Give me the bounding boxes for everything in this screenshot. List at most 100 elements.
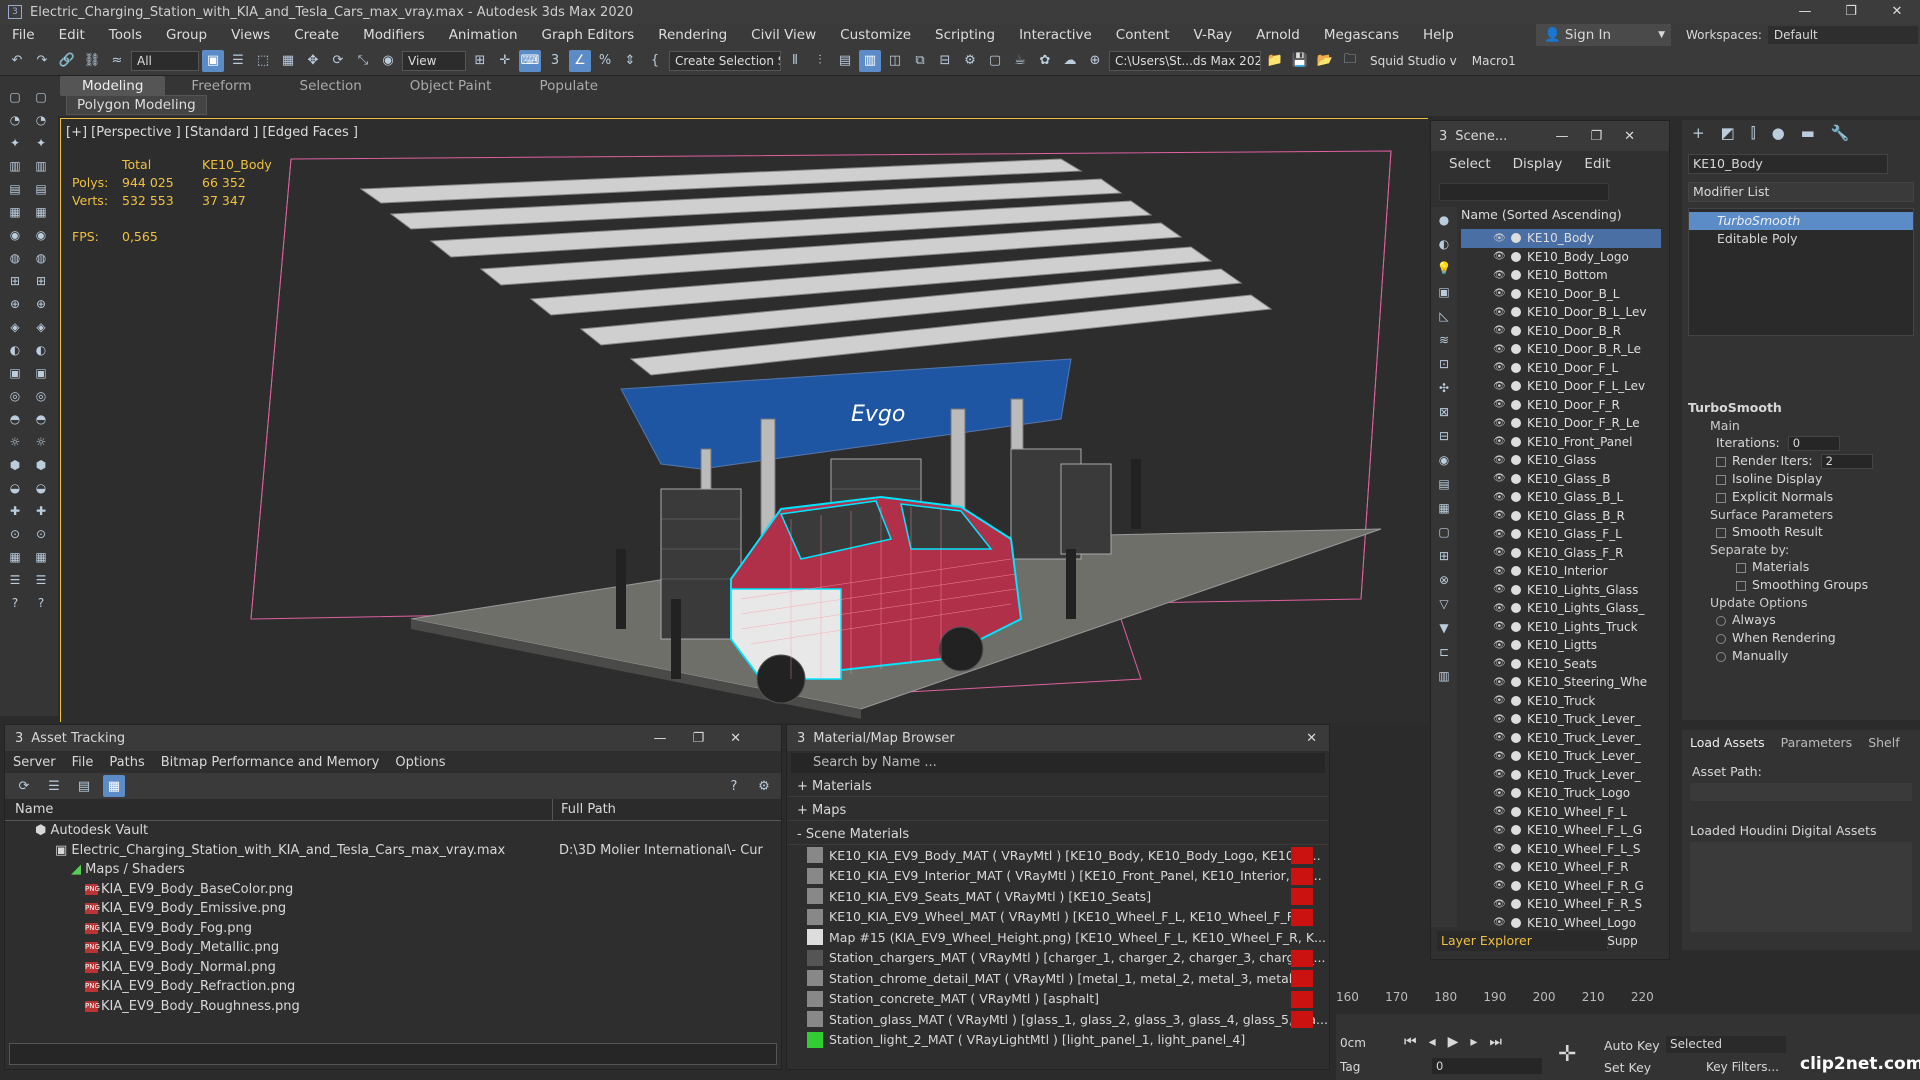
- ribbon-tab-freeform[interactable]: Freeform: [169, 76, 273, 96]
- modify-tab-icon[interactable]: ◩: [1721, 124, 1735, 142]
- material-item[interactable]: Station_glass_MAT ( VRayMtl ) [glass_1, …: [787, 1009, 1329, 1030]
- scene-filter-17-icon[interactable]: ▼: [1435, 619, 1453, 637]
- visibility-eye-icon[interactable]: 👁: [1493, 603, 1509, 614]
- scene-item[interactable]: 👁 KE10_Body: [1461, 229, 1661, 248]
- scene-item[interactable]: 👁 KE10_Body_Logo: [1461, 248, 1661, 267]
- render-iters-checkbox[interactable]: [1716, 456, 1726, 467]
- asset-row[interactable]: PNGKIA_EV9_Body_Refraction.png: [5, 977, 781, 997]
- render-setup-icon[interactable]: ⚙: [959, 50, 981, 72]
- tool-13-icon[interactable]: ◉: [32, 226, 50, 244]
- object-name-field[interactable]: KE10_Body: [1688, 154, 1888, 174]
- at-menu-bitmap-performance-and-memory[interactable]: Bitmap Performance and Memory: [161, 755, 380, 770]
- asset-row[interactable]: PNGKIA_EV9_Body_Normal.png: [5, 958, 781, 978]
- freeze-toggle-icon[interactable]: [1511, 566, 1521, 577]
- scene-filter-19-icon[interactable]: ▥: [1435, 667, 1453, 685]
- asset-path-input[interactable]: [1690, 783, 1912, 801]
- smoothing-groups-checkbox[interactable]: [1736, 580, 1746, 591]
- tool-9-icon[interactable]: ▤: [32, 180, 50, 198]
- freeze-toggle-icon[interactable]: [1511, 732, 1521, 743]
- tool-44-icon[interactable]: ?: [6, 594, 24, 612]
- houdini-assets-list[interactable]: [1690, 842, 1912, 932]
- menu-item-tools[interactable]: Tools: [97, 27, 154, 43]
- visibility-eye-icon[interactable]: 👁: [1493, 732, 1509, 743]
- freeze-toggle-icon[interactable]: [1511, 862, 1521, 873]
- render-cloud-icon[interactable]: ☁: [1059, 50, 1081, 72]
- asset-row[interactable]: ◢ Maps / Shaders: [5, 860, 781, 880]
- tool-33-icon[interactable]: ⬢: [32, 456, 50, 474]
- tool-45-icon[interactable]: ?: [32, 594, 50, 612]
- render-icon[interactable]: ☕: [1009, 50, 1031, 72]
- tool-37-icon[interactable]: ✚: [32, 502, 50, 520]
- menu-item-edit[interactable]: Edit: [47, 27, 97, 43]
- scene-item[interactable]: 👁 KE10_Truck_Lever_: [1461, 729, 1661, 748]
- scene-item[interactable]: 👁 KE10_Lights_Glass_: [1461, 599, 1661, 618]
- asset-row[interactable]: PNGKIA_EV9_Body_BaseColor.png: [5, 880, 781, 900]
- material-item[interactable]: KE10_KIA_EV9_Wheel_MAT ( VRayMtl ) [KE10…: [787, 907, 1329, 928]
- motion-tab-icon[interactable]: ●: [1772, 124, 1785, 142]
- visibility-eye-icon[interactable]: 👁: [1493, 880, 1509, 891]
- freeze-toggle-icon[interactable]: [1511, 344, 1521, 355]
- scene-filter-6-icon[interactable]: ⊡: [1435, 355, 1453, 373]
- schematic-view-icon[interactable]: ⧉: [909, 50, 931, 72]
- snaps-toggle-icon[interactable]: 3: [544, 50, 566, 72]
- scene-item[interactable]: 👁 KE10_Wheel_F_L: [1461, 803, 1661, 822]
- visibility-eye-icon[interactable]: 👁: [1493, 399, 1509, 410]
- scene-filter-1-icon[interactable]: ◐: [1435, 235, 1453, 253]
- freeze-toggle-icon[interactable]: [1511, 825, 1521, 836]
- auto-key-button[interactable]: Auto Key: [1604, 1038, 1660, 1053]
- visibility-eye-icon[interactable]: 👁: [1493, 288, 1509, 299]
- visibility-eye-icon[interactable]: 👁: [1493, 621, 1509, 632]
- scene-item[interactable]: 👁 KE10_Door_F_R_Le: [1461, 414, 1661, 433]
- tool-18-icon[interactable]: ⊕: [6, 295, 24, 313]
- tool-29-icon[interactable]: ◓: [32, 410, 50, 428]
- smooth-result-checkbox[interactable]: [1716, 527, 1726, 538]
- visibility-eye-icon[interactable]: 👁: [1493, 436, 1509, 447]
- asset-row[interactable]: ▣ Electric_Charging_Station_with_KIA_and…: [5, 841, 781, 861]
- tool-8-icon[interactable]: ▤: [6, 180, 24, 198]
- layer-manager-icon[interactable]: ▤: [834, 50, 856, 72]
- asset-row[interactable]: ⬢ Autodesk Vault: [5, 821, 781, 841]
- maximize-button[interactable]: ❐: [1828, 0, 1874, 24]
- scene-explorer-window-controls[interactable]: —❐✕: [1555, 129, 1657, 144]
- scale-icon[interactable]: ⤡: [352, 50, 374, 72]
- freeze-toggle-icon[interactable]: [1511, 399, 1521, 410]
- rotate-icon[interactable]: ⟳: [327, 50, 349, 72]
- tool-17-icon[interactable]: ⊞: [32, 272, 50, 290]
- visibility-eye-icon[interactable]: 👁: [1493, 233, 1509, 244]
- material-search-input[interactable]: Search by Name ...: [791, 753, 1325, 773]
- freeze-toggle-icon[interactable]: [1511, 621, 1521, 632]
- tool-34-icon[interactable]: ◒: [6, 479, 24, 497]
- tool-30-icon[interactable]: ☼: [6, 433, 24, 451]
- freeze-toggle-icon[interactable]: [1511, 233, 1521, 244]
- percent-snap-icon[interactable]: %: [594, 50, 616, 72]
- visibility-eye-icon[interactable]: 👁: [1493, 695, 1509, 706]
- redo-icon[interactable]: ↷: [31, 50, 53, 72]
- material-item[interactable]: KE10_KIA_EV9_Seats_MAT ( VRayMtl ) [KE10…: [787, 886, 1329, 907]
- freeze-toggle-icon[interactable]: [1511, 307, 1521, 318]
- hierarchy-tab-icon[interactable]: ⫿: [1751, 124, 1756, 142]
- scene-item[interactable]: 👁 KE10_Bottom: [1461, 266, 1661, 285]
- tool-41-icon[interactable]: ▦: [32, 548, 50, 566]
- freeze-toggle-icon[interactable]: [1511, 251, 1521, 262]
- scene-filter-14-icon[interactable]: ⊞: [1435, 547, 1453, 565]
- visibility-eye-icon[interactable]: 👁: [1493, 769, 1509, 780]
- visibility-eye-icon[interactable]: 👁: [1493, 529, 1509, 540]
- scene-explorer-filter-input[interactable]: [1439, 183, 1609, 201]
- stack-item-turbosmooth[interactable]: TurboSmooth: [1689, 212, 1913, 230]
- asset-row[interactable]: PNGKIA_EV9_Body_Metallic.png: [5, 938, 781, 958]
- menu-item-file[interactable]: File: [0, 27, 47, 43]
- tool-20-icon[interactable]: ◈: [6, 318, 24, 336]
- section-scene-materials[interactable]: - Scene Materials: [787, 825, 1329, 845]
- workspace-dropdown[interactable]: Default: [1767, 26, 1918, 44]
- scene-item[interactable]: 👁 KE10_Glass_F_L: [1461, 525, 1661, 544]
- scene-item[interactable]: 👁 KE10_Door_B_R: [1461, 322, 1661, 341]
- freeze-toggle-icon[interactable]: [1511, 362, 1521, 373]
- always-radio[interactable]: [1716, 615, 1726, 626]
- scene-item[interactable]: 👁 KE10_Glass_B_R: [1461, 507, 1661, 526]
- turbosmooth-title[interactable]: TurboSmooth: [1688, 400, 1914, 415]
- visibility-eye-icon[interactable]: 👁: [1493, 381, 1509, 392]
- scene-item[interactable]: 👁 KE10_Wheel_F_L_S: [1461, 840, 1661, 859]
- freeze-toggle-icon[interactable]: [1511, 769, 1521, 780]
- layer-explorer-dropdown[interactable]: Layer Explorer: [1437, 931, 1607, 951]
- asset-row[interactable]: PNGKIA_EV9_Body_Fog.png: [5, 919, 781, 939]
